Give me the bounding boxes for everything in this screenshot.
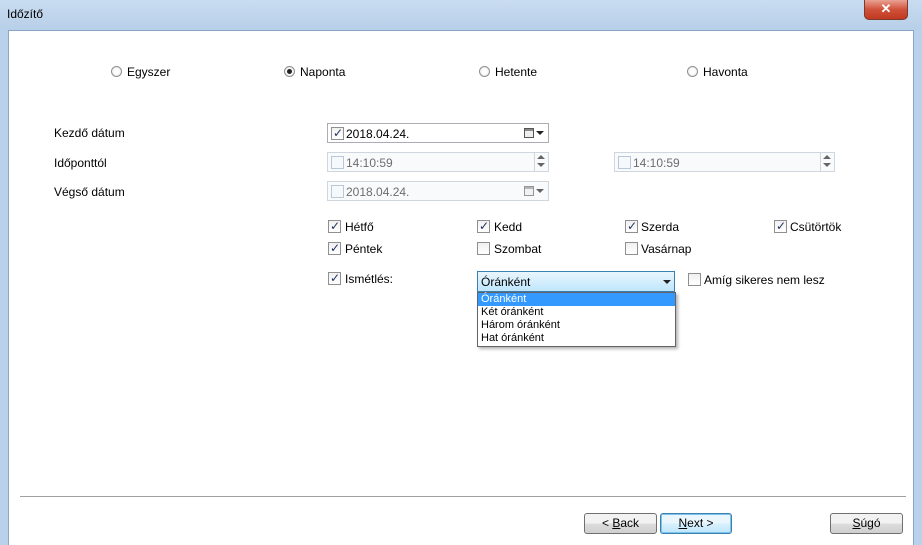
day-checkbox-szombat[interactable] (477, 242, 490, 255)
end-date-value: 2018.04.24. (346, 185, 410, 199)
dialog-client-area (8, 30, 914, 545)
repeat-interval-value: Óránként (481, 275, 531, 289)
day-label-szombat: Szombat (494, 242, 542, 256)
dropdown-option[interactable]: Óránként (478, 293, 675, 306)
calendar-icon[interactable] (524, 128, 534, 138)
day-label-pentek: Péntek (345, 242, 383, 256)
back-button[interactable]: < Back (584, 513, 657, 534)
day-label-hetfo: Hétfő (345, 220, 374, 234)
time-from-checkbox[interactable] (331, 156, 344, 169)
dropdown-option[interactable]: Három óránként (478, 319, 675, 332)
radio-naponta[interactable] (284, 66, 295, 77)
radio-egyszer[interactable] (111, 66, 122, 77)
title-bar (0, 0, 922, 30)
spin-up-icon[interactable] (823, 155, 831, 159)
window-title: Időzítő (7, 7, 44, 21)
day-checkbox-kedd[interactable] (477, 219, 490, 233)
time-from-picker[interactable]: 14:10:59 (327, 152, 549, 172)
radio-havonta-label: Havonta (703, 65, 748, 79)
time-from-label: Időponttól (54, 156, 107, 170)
day-checkbox-pentek[interactable] (328, 241, 341, 255)
back-button-rest: ack (620, 516, 640, 530)
spin-down-icon[interactable] (823, 163, 831, 167)
repeat-interval-select[interactable]: Óránként (477, 271, 675, 292)
start-date-picker[interactable]: 2018.04.24. (327, 123, 549, 143)
back-button-prefix: < (601, 516, 613, 530)
day-label-kedd: Kedd (494, 220, 523, 234)
dropdown-option[interactable]: Két óránként (478, 306, 675, 319)
time-to-value: 14:10:59 (633, 156, 680, 170)
end-date-picker[interactable]: 2018.04.24. (327, 181, 549, 201)
chevron-down-icon[interactable] (536, 189, 544, 193)
next-button[interactable]: Next > (660, 513, 732, 534)
help-button[interactable]: Súgó (830, 513, 903, 534)
radio-havonta[interactable] (687, 66, 698, 77)
dropdown-option[interactable]: Hat óránként (478, 332, 675, 345)
help-button-rest: úgó (860, 516, 881, 530)
day-label-szerda: Szerda (641, 220, 680, 234)
repeat-label: Ismétlés: (345, 272, 394, 286)
radio-hetente[interactable] (479, 66, 490, 77)
time-to-picker[interactable]: 14:10:59 (614, 152, 835, 172)
time-to-checkbox[interactable] (618, 156, 631, 169)
repeat-checkbox[interactable] (328, 271, 341, 285)
spin-up-icon[interactable] (537, 155, 545, 159)
day-checkbox-szerda[interactable] (625, 219, 638, 233)
day-label-vasarnap: Vasárnap (641, 242, 692, 256)
day-checkbox-csutortok[interactable] (774, 219, 787, 233)
radio-naponta-label: Naponta (300, 65, 346, 79)
day-checkbox-hetfo[interactable] (328, 219, 341, 233)
day-label-csutortok: Csütörtök (790, 220, 842, 234)
close-icon: ✕ (880, 1, 892, 16)
next-button-rest: ext > (687, 516, 714, 530)
end-date-checkbox[interactable] (331, 185, 344, 198)
repeat-interval-dropdown: Óránként Két óránként Három óránként Hat… (477, 292, 676, 347)
divider (20, 496, 906, 498)
start-date-checkbox[interactable] (331, 126, 344, 140)
time-from-value: 14:10:59 (346, 156, 393, 170)
time-to-spinner[interactable] (820, 153, 834, 171)
time-from-spinner[interactable] (534, 153, 548, 171)
until-success-label: Amíg sikeres nem lesz (704, 273, 825, 287)
end-date-label: Végső dátum (54, 185, 125, 199)
calendar-icon[interactable] (524, 186, 534, 196)
radio-egyszer-label: Egyszer (127, 65, 171, 79)
start-date-label: Kezdő dátum (54, 126, 125, 140)
next-button-accel: N (678, 516, 688, 530)
radio-hetente-label: Hetente (495, 65, 538, 79)
close-button[interactable]: ✕ (864, 0, 908, 20)
until-success-checkbox[interactable] (688, 273, 701, 286)
chevron-down-icon[interactable] (663, 280, 671, 284)
day-checkbox-vasarnap[interactable] (625, 242, 638, 255)
start-date-value: 2018.04.24. (346, 127, 410, 141)
spin-down-icon[interactable] (537, 163, 545, 167)
chevron-down-icon[interactable] (536, 131, 544, 135)
